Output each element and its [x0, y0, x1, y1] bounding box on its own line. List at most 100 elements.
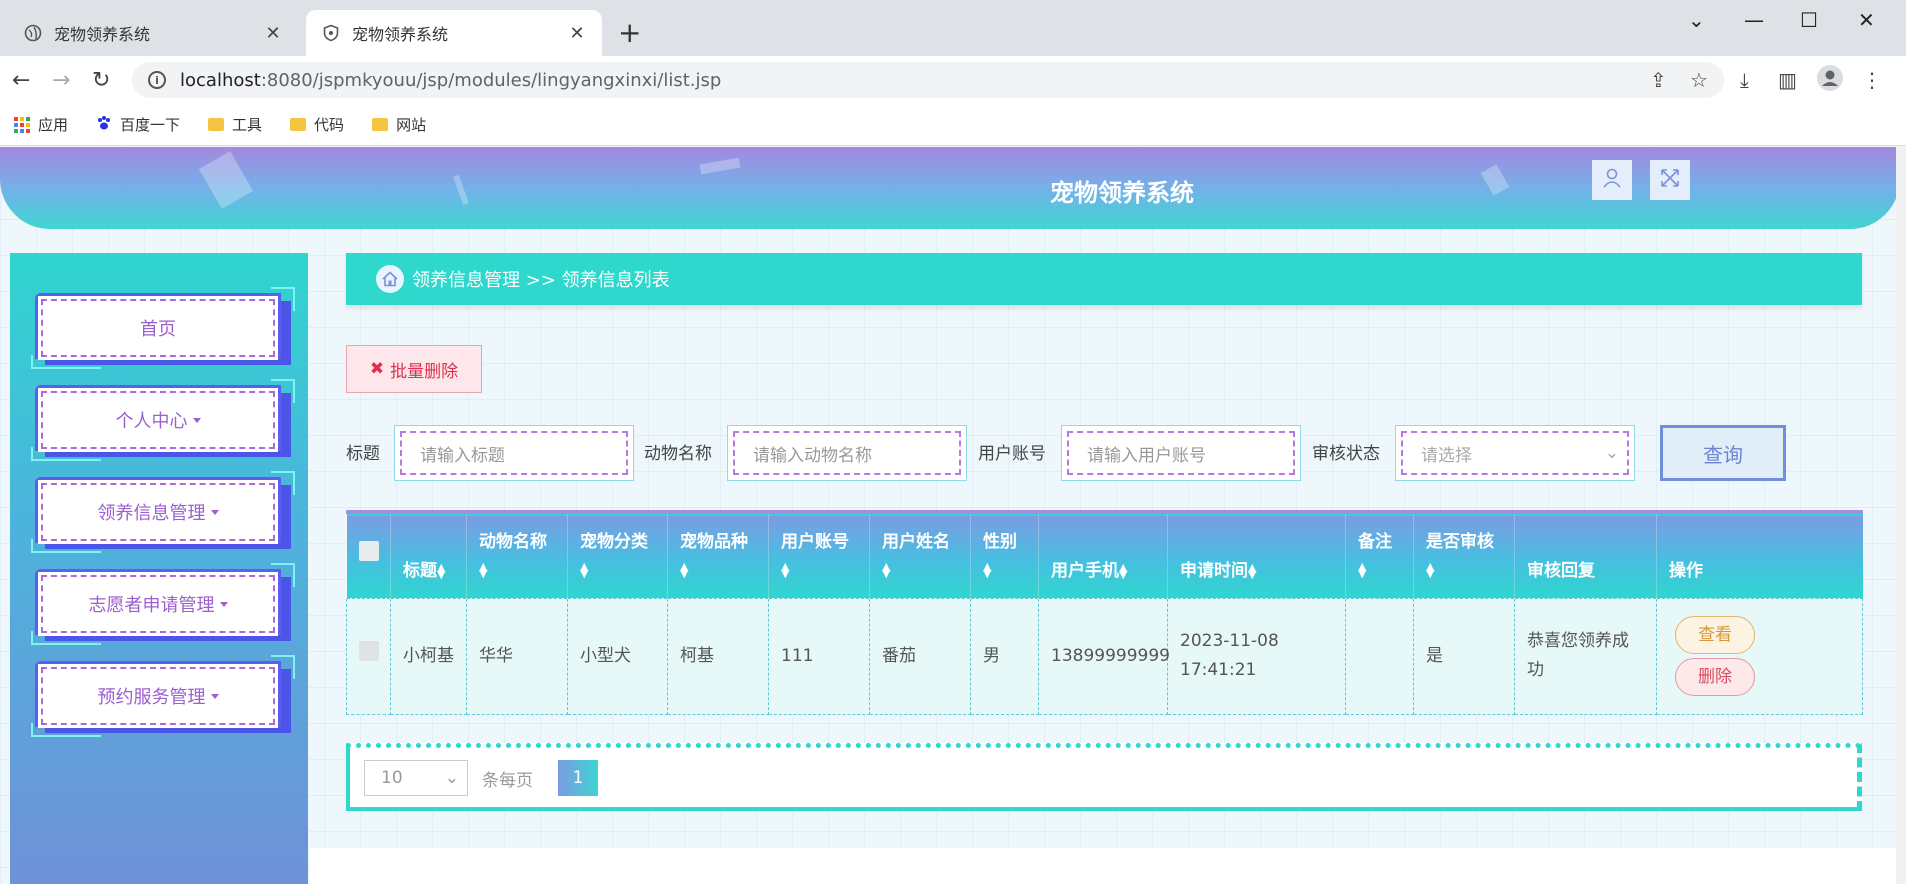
bookmark-code[interactable]: 代码	[290, 114, 344, 135]
batch-delete-button[interactable]: ✖ 批量删除	[346, 345, 482, 393]
globe-icon	[24, 24, 42, 42]
pagination: 10 ⌄ 条每页 1	[346, 743, 1862, 811]
sort-icon[interactable]: ▲ ▼	[983, 561, 991, 579]
minimize-icon[interactable]: —	[1744, 8, 1764, 32]
sort-icon[interactable]: ▲ ▼	[781, 561, 789, 579]
cell-title: 小柯基	[390, 597, 467, 715]
decorative-shape	[1480, 164, 1510, 196]
reload-icon[interactable]: ↻	[92, 68, 110, 93]
home-icon[interactable]	[376, 265, 404, 293]
select-all-checkbox[interactable]	[359, 541, 379, 562]
status-filter-label: 审核状态	[1312, 444, 1380, 464]
fullscreen-icon	[1659, 167, 1681, 193]
sort-icon[interactable]: ▲ ▼	[1248, 562, 1256, 580]
title-filter-label: 标题	[346, 444, 380, 464]
column-header[interactable]: 性别 ▲ ▼	[970, 512, 1039, 598]
bookmark-website[interactable]: 网站	[372, 114, 426, 135]
sort-icon[interactable]: ▲ ▼	[437, 562, 445, 580]
column-header[interactable]: 用户账号 ▲ ▼	[768, 512, 870, 598]
page-number-button[interactable]: 1	[558, 760, 598, 796]
maximize-icon[interactable]: ☐	[1800, 8, 1818, 32]
url-input[interactable]: i localhost:8080/jspmkyouu/jsp/modules/l…	[132, 62, 1724, 98]
close-icon[interactable]: ✕	[568, 23, 586, 44]
download-icon[interactable]: ⤓	[1740, 68, 1749, 92]
browser-tab-bar: 宠物领养系统 ✕ 宠物领养系统 ✕ + ⌄ — ☐ ✕	[0, 0, 1906, 56]
column-header[interactable]: 是否审核 ▲ ▼	[1413, 512, 1515, 598]
baidu-paw-icon	[96, 115, 112, 135]
chevron-down-icon: ⌄	[444, 768, 459, 788]
star-icon[interactable]: ☆	[1690, 68, 1708, 92]
column-header: 操作	[1656, 512, 1863, 598]
sidebar-item-volunteer[interactable]: 志愿者申请管理	[31, 563, 295, 645]
column-header[interactable]: 用户手机▲ ▼	[1038, 512, 1168, 598]
page-size-select[interactable]: 10 ⌄	[364, 760, 468, 796]
close-icon: ✖	[369, 359, 385, 379]
sidebar-item-personal-center[interactable]: 个人中心	[31, 379, 295, 461]
column-header[interactable]: 申请时间▲ ▼	[1167, 512, 1346, 598]
bookmark-apps[interactable]: 应用	[14, 114, 68, 135]
query-button[interactable]: 查询	[1660, 425, 1786, 481]
column-header[interactable]: 用户姓名 ▲ ▼	[869, 512, 971, 598]
sidebar-item-adoption[interactable]: 领养信息管理	[31, 471, 295, 553]
sort-icon[interactable]: ▲ ▼	[1358, 561, 1366, 579]
breadcrumb-text[interactable]: 领养信息管理 >> 领养信息列表	[412, 266, 670, 292]
cell-category: 小型犬	[567, 597, 668, 715]
close-icon[interactable]: ✕	[264, 23, 282, 44]
side-panel-icon[interactable]: ▥	[1778, 68, 1797, 92]
column-header[interactable]: 宠物分类 ▲ ▼	[567, 512, 668, 598]
batch-delete-label: 批量删除	[390, 361, 459, 382]
animal-name-input[interactable]: 请输入动物名称	[727, 425, 967, 481]
forward-icon[interactable]: →	[52, 68, 70, 93]
account-input[interactable]: 请输入用户账号	[1061, 425, 1301, 481]
bookmark-baidu[interactable]: 百度一下	[96, 114, 180, 135]
sort-icon[interactable]: ▲ ▼	[580, 561, 588, 579]
window-close-icon[interactable]: ✕	[1858, 8, 1875, 32]
bookmark-label: 应用	[38, 116, 69, 134]
apps-grid-icon	[14, 116, 30, 133]
column-header[interactable]: 备注 ▲ ▼	[1345, 512, 1414, 598]
bookmark-tools[interactable]: 工具	[208, 114, 262, 135]
page-content: 宠物领养系统 首页 个人中心 领养信息管理 志愿者申请管理 预约服务管理 领养信…	[0, 147, 1906, 884]
chevron-down-icon[interactable]: ⌄	[1688, 8, 1705, 32]
share-icon[interactable]: ⇪	[1650, 68, 1667, 92]
sidebar-item-appointment[interactable]: 预约服务管理	[31, 655, 295, 737]
user-button[interactable]	[1592, 160, 1632, 200]
sidebar-item-label: 个人中心	[38, 388, 278, 452]
title-input[interactable]: 请输入标题	[394, 425, 634, 481]
select-all-cell	[346, 512, 391, 598]
info-icon[interactable]: i	[148, 71, 166, 89]
row-checkbox[interactable]	[359, 641, 379, 661]
view-button[interactable]: 查看	[1675, 616, 1755, 654]
browser-tab[interactable]: 宠物领养系统 ✕	[8, 10, 298, 56]
chevron-down-icon: ⌄	[1604, 443, 1619, 463]
sidebar-item-home[interactable]: 首页	[31, 287, 295, 369]
column-header: 审核回复	[1514, 512, 1657, 598]
cell-reviewed: 是	[1413, 597, 1515, 715]
bookmarks-bar: 应用 百度一下 工具 代码 网站	[0, 104, 1906, 146]
sidebar-item-label: 首页	[38, 296, 278, 360]
column-header[interactable]: 动物名称 ▲ ▼	[466, 512, 568, 598]
scrollbar[interactable]	[1896, 147, 1906, 884]
per-page-label: 条每页	[482, 771, 533, 791]
status-select[interactable]: 请选择 ⌄	[1395, 425, 1635, 481]
sort-icon[interactable]: ▲ ▼	[882, 561, 890, 579]
column-header[interactable]: 宠物品种 ▲ ▼	[667, 512, 769, 598]
more-menu-icon[interactable]: ⋮	[1862, 68, 1882, 92]
sort-icon[interactable]: ▲ ▼	[680, 561, 688, 579]
sort-icon[interactable]: ▲ ▼	[1426, 561, 1434, 579]
table-row: 小柯基 华华 小型犬 柯基 111 番茄 男 13899999999 2023-…	[346, 597, 1863, 715]
new-tab-icon[interactable]: +	[618, 16, 641, 49]
folder-icon	[290, 118, 307, 131]
browser-tab-active[interactable]: 宠物领养系统 ✕	[306, 10, 602, 56]
decorative-shape	[453, 174, 469, 206]
profile-icon[interactable]	[1816, 64, 1844, 97]
back-icon[interactable]: ←	[12, 68, 30, 93]
delete-button[interactable]: 删除	[1675, 658, 1755, 696]
decorative-shape	[699, 157, 741, 175]
sort-icon[interactable]: ▲ ▼	[1119, 562, 1127, 580]
user-icon	[1601, 167, 1623, 193]
breadcrumb: 领养信息管理 >> 领养信息列表	[346, 253, 1862, 305]
fullscreen-button[interactable]	[1650, 160, 1690, 200]
column-header[interactable]: 标题▲ ▼	[390, 512, 467, 598]
sort-icon[interactable]: ▲ ▼	[479, 561, 487, 579]
